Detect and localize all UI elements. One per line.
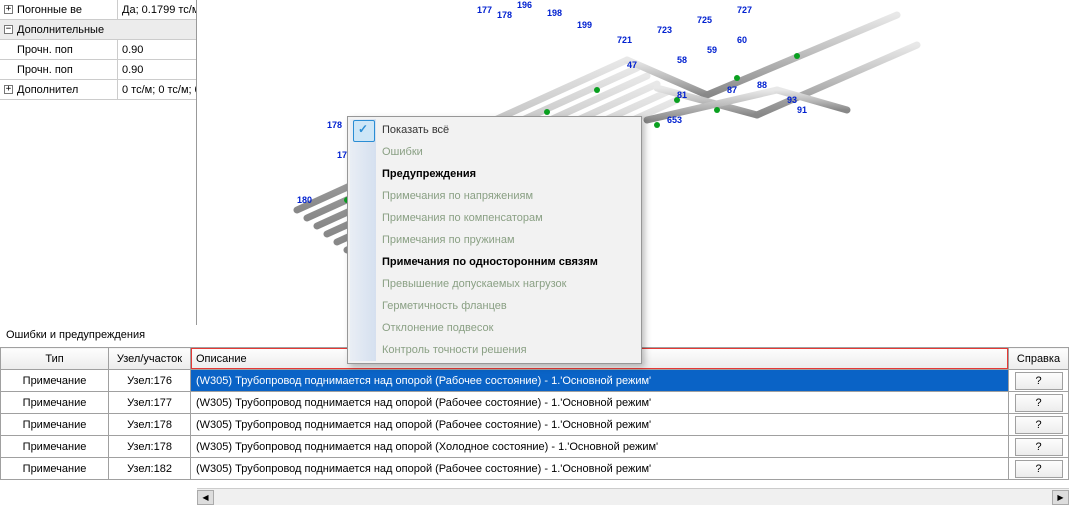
- menu-notes-unilateral[interactable]: Примечания по односторонним связям: [350, 251, 639, 273]
- help-button[interactable]: ?: [1015, 372, 1063, 390]
- prop-row[interactable]: + Дополнител 0 тс/м; 0 тс/м; 0: [0, 80, 196, 100]
- scrollbar-horizontal[interactable]: ◀ ▶: [197, 488, 1069, 505]
- cell-type: Примечание: [1, 392, 109, 414]
- help-button[interactable]: ?: [1015, 394, 1063, 412]
- prop-key: Дополнител: [17, 84, 78, 96]
- expand-icon[interactable]: +: [4, 85, 13, 94]
- table-row[interactable]: Примечание Узел:182 (W305) Трубопровод п…: [1, 458, 1069, 480]
- context-menu: Показать всё Ошибки Предупреждения Приме…: [347, 116, 642, 364]
- cell-type: Примечание: [1, 436, 109, 458]
- table-row[interactable]: Примечание Узел:176 (W305) Трубопровод п…: [1, 370, 1069, 392]
- header-type[interactable]: Тип: [1, 348, 109, 370]
- cell-desc: (W305) Трубопровод поднимается над опоро…: [191, 436, 1009, 458]
- cell-desc: (W305) Трубопровод поднимается над опоро…: [191, 370, 1009, 392]
- menu-warnings[interactable]: Предупреждения: [350, 163, 639, 185]
- help-button[interactable]: ?: [1015, 438, 1063, 456]
- cell-type: Примечание: [1, 458, 109, 480]
- property-panel: +Погонные ве Да; 0.1799 тс/м; −Дополните…: [0, 0, 197, 325]
- prop-key: Прочн. поп: [17, 64, 73, 76]
- prop-key: Погонные ве: [17, 4, 82, 16]
- table-row[interactable]: Примечание Узел:178 (W305) Трубопровод п…: [1, 436, 1069, 458]
- scroll-left-icon[interactable]: ◀: [197, 490, 214, 505]
- menu-notes-springs[interactable]: Примечания по пружинам: [350, 229, 639, 251]
- cell-type: Примечание: [1, 414, 109, 436]
- prop-row[interactable]: Прочн. поп 0.90: [0, 60, 196, 80]
- menu-errors[interactable]: Ошибки: [350, 141, 639, 163]
- help-button[interactable]: ?: [1015, 460, 1063, 478]
- prop-group[interactable]: −Дополнительные: [0, 20, 196, 40]
- cell-node: Узел:178: [109, 414, 191, 436]
- header-help[interactable]: Справка: [1009, 348, 1069, 370]
- menu-load-exceed[interactable]: Превышение допускаемых нагрузок: [350, 273, 639, 295]
- help-button[interactable]: ?: [1015, 416, 1063, 434]
- table-row[interactable]: Примечание Узел:177 (W305) Трубопровод п…: [1, 392, 1069, 414]
- scroll-right-icon[interactable]: ▶: [1052, 490, 1069, 505]
- menu-flange-tight[interactable]: Герметичность фланцев: [350, 295, 639, 317]
- messages-grid: Тип Узел/участок Описание Справка Примеч…: [0, 347, 1069, 480]
- cell-desc: (W305) Трубопровод поднимается над опоро…: [191, 414, 1009, 436]
- header-node[interactable]: Узел/участок: [109, 348, 191, 370]
- menu-notes-compensators[interactable]: Примечания по компенсаторам: [350, 207, 639, 229]
- cell-type: Примечание: [1, 370, 109, 392]
- menu-show-all[interactable]: Показать всё: [350, 119, 639, 141]
- table-row[interactable]: Примечание Узел:178 (W305) Трубопровод п…: [1, 414, 1069, 436]
- collapse-icon[interactable]: −: [4, 25, 13, 34]
- prop-val[interactable]: 0.90: [118, 60, 196, 79]
- cell-desc: (W305) Трубопровод поднимается над опоро…: [191, 392, 1009, 414]
- prop-val[interactable]: 0 тс/м; 0 тс/м; 0: [118, 80, 196, 99]
- prop-val[interactable]: Да; 0.1799 тс/м;: [118, 0, 196, 19]
- menu-hanger-deviation[interactable]: Отклонение подвесок: [350, 317, 639, 339]
- cell-node: Узел:177: [109, 392, 191, 414]
- cell-desc: (W305) Трубопровод поднимается над опоро…: [191, 458, 1009, 480]
- cell-node: Узел:178: [109, 436, 191, 458]
- expand-icon[interactable]: +: [4, 5, 13, 14]
- prop-key: Дополнительные: [17, 24, 104, 36]
- cell-node: Узел:176: [109, 370, 191, 392]
- prop-row[interactable]: Прочн. поп 0.90: [0, 40, 196, 60]
- menu-notes-stress[interactable]: Примечания по напряжениям: [350, 185, 639, 207]
- prop-row[interactable]: + Погонные ве Да; 0.1799 тс/м;: [0, 0, 196, 20]
- prop-val[interactable]: 0.90: [118, 40, 196, 59]
- prop-key: Прочн. поп: [17, 44, 73, 56]
- cell-node: Узел:182: [109, 458, 191, 480]
- menu-accuracy[interactable]: Контроль точности решения: [350, 339, 639, 361]
- scroll-track[interactable]: [214, 490, 1052, 505]
